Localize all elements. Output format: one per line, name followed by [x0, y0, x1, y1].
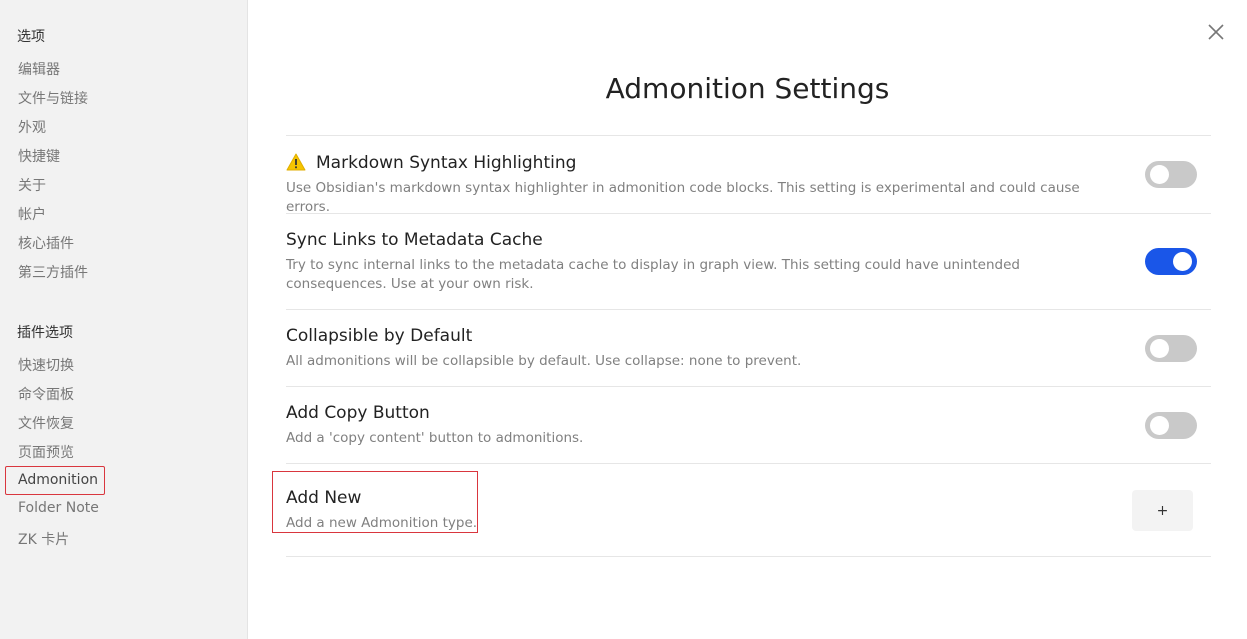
sidebar-item-zk-card[interactable]: ZK 卡片 — [18, 529, 69, 549]
add-new-button[interactable]: + — [1132, 490, 1193, 531]
sidebar-item-page-preview[interactable]: 页面预览 — [18, 442, 74, 462]
divider — [286, 386, 1211, 387]
sidebar-item-files-links[interactable]: 文件与链接 — [18, 88, 88, 108]
warning-icon — [286, 153, 306, 171]
toggle-sync-links[interactable] — [1145, 248, 1197, 275]
sidebar-item-community-plugins[interactable]: 第三方插件 — [18, 262, 88, 282]
setting-name-collapsible: Collapsible by Default — [286, 326, 473, 346]
toggle-collapsible[interactable] — [1145, 335, 1197, 362]
setting-desc-collapsible: All admonitions will be collapsible by d… — [286, 353, 802, 369]
sidebar-item-hotkeys[interactable]: 快捷键 — [18, 146, 60, 166]
toggle-knob — [1173, 252, 1192, 271]
toggle-copy-button[interactable] — [1145, 412, 1197, 439]
setting-desc-sync-links: Try to sync internal links to the metada… — [286, 257, 1020, 292]
page-title: Admonition Settings — [605, 72, 890, 105]
setting-name-add-new: Add New — [286, 488, 362, 508]
toggle-knob — [1150, 339, 1169, 358]
sidebar-item-core-plugins[interactable]: 核心插件 — [18, 233, 74, 253]
sidebar-item-quick-switcher[interactable]: 快速切换 — [18, 355, 74, 375]
sidebar-item-folder-note[interactable]: Folder Note — [18, 500, 99, 516]
setting-name-markdown-syntax: Markdown Syntax Highlighting — [316, 153, 577, 173]
close-icon — [1208, 24, 1224, 40]
setting-desc-add-new: Add a new Admonition type. — [286, 515, 478, 531]
options-heading: 选项 — [17, 29, 45, 45]
setting-name-copy-button: Add Copy Button — [286, 403, 430, 423]
divider — [286, 556, 1211, 557]
divider — [286, 463, 1211, 464]
divider — [286, 135, 1211, 136]
toggle-knob — [1150, 416, 1169, 435]
setting-desc-copy-button: Add a 'copy content' button to admonitio… — [286, 430, 584, 446]
sidebar-item-file-recovery[interactable]: 文件恢复 — [18, 413, 74, 433]
sidebar-item-editor[interactable]: 编辑器 — [18, 59, 60, 79]
sidebar-item-admonition[interactable]: Admonition — [5, 466, 106, 495]
settings-sidebar: 选项 编辑器 文件与链接 外观 快捷键 关于 帐户 核心插件 第三方插件 插件选… — [0, 0, 248, 639]
setting-name-sync-links: Sync Links to Metadata Cache — [286, 230, 543, 250]
sidebar-item-account[interactable]: 帐户 — [18, 204, 46, 224]
toggle-knob — [1150, 165, 1169, 184]
toggle-markdown-syntax[interactable] — [1145, 161, 1197, 188]
sidebar-item-about[interactable]: 关于 — [18, 175, 46, 195]
close-button[interactable] — [1206, 22, 1226, 42]
setting-desc-markdown-syntax: Use Obsidian's markdown syntax highlight… — [286, 180, 1080, 215]
plugin-options-heading: 插件选项 — [17, 325, 73, 341]
divider — [286, 213, 1211, 214]
divider — [286, 309, 1211, 310]
sidebar-item-command-palette[interactable]: 命令面板 — [18, 384, 74, 404]
sidebar-item-appearance[interactable]: 外观 — [18, 117, 46, 137]
